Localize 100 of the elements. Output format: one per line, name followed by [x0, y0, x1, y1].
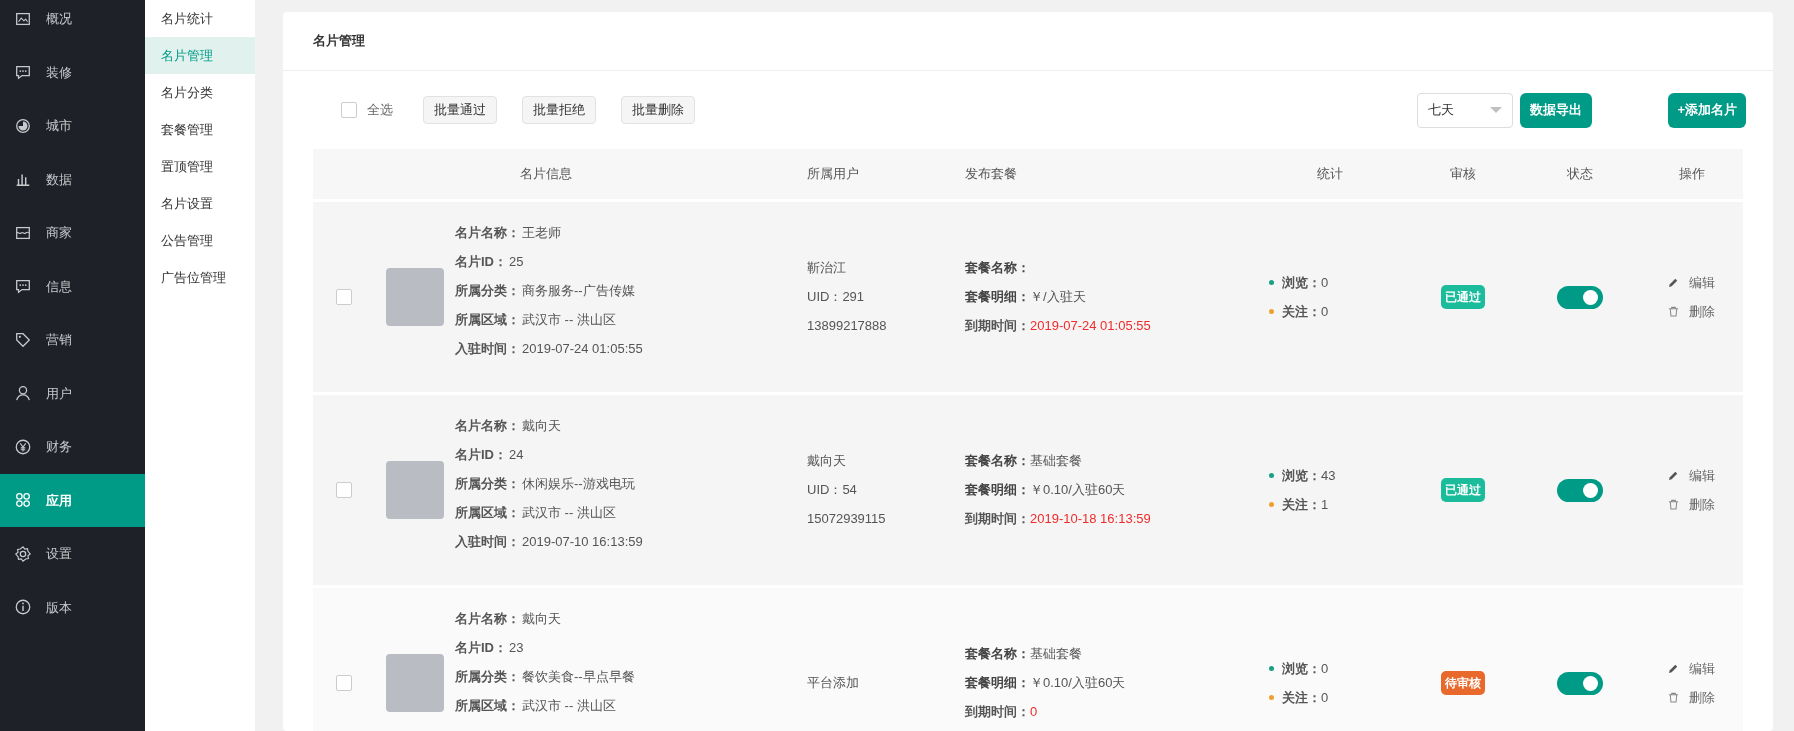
card-field: 名片名称：王老师 [455, 218, 790, 247]
sidebar-item[interactable]: 城市 [0, 99, 145, 153]
page-title: 名片管理 [313, 32, 365, 51]
sidebar-item[interactable]: 用户 [0, 366, 145, 420]
checkbox[interactable] [341, 102, 357, 118]
edit-link[interactable]: 编辑 [1668, 268, 1743, 297]
caret-icon [1490, 107, 1503, 113]
pencil-icon [1668, 470, 1679, 481]
checkbox[interactable] [336, 482, 352, 498]
card-field: 名片ID：24 [455, 440, 790, 469]
user-info-text: 13899217888 [807, 317, 888, 336]
user-info-text: UID：291 [807, 288, 866, 307]
submenu-item[interactable]: 公告管理 [145, 222, 255, 259]
edit-link[interactable]: 编辑 [1668, 654, 1743, 683]
photo-placeholder [386, 268, 444, 326]
package-field: 到期时间：2019-10-18 16:13:59 [965, 504, 1255, 534]
card-field: 入驻时间：2019-07-24 01:05:55 [455, 334, 790, 363]
package-field: 到期时间：0 [965, 697, 1255, 727]
card-field: 名片名称：戴向天 [455, 411, 790, 440]
review-status-badge: 已通过 [1440, 478, 1485, 502]
grid-icon [14, 491, 32, 510]
batch-button[interactable]: 批量拒绝 [522, 96, 596, 124]
sidebar-item[interactable]: 数据 [0, 152, 145, 206]
card-field: 所属区域：武汉市 -- 洪山区 [455, 691, 790, 720]
select-all-label: 全选 [367, 101, 393, 120]
stat-text: 浏览：0 [1282, 273, 1329, 292]
chat-icon [14, 63, 32, 82]
package-field: 套餐明细：￥/入驻天 [965, 282, 1255, 312]
photo-placeholder [386, 654, 444, 712]
user-info-text: UID：54 [807, 481, 858, 500]
checkbox[interactable] [336, 289, 352, 305]
card-field: 入驻时间：2019-07-10 16:13:59 [455, 527, 790, 556]
delete-link[interactable]: 删除 [1668, 297, 1743, 326]
stat-text: 浏览：43 [1282, 466, 1336, 485]
card-field: 名片名称：戴向天 [455, 604, 790, 633]
submenu-item[interactable]: 名片设置 [145, 185, 255, 222]
card-field: 名片ID：23 [455, 633, 790, 662]
sidebar-item[interactable]: 商家 [0, 206, 145, 260]
card-field: 所属区域：武汉市 -- 洪山区 [455, 305, 790, 334]
tag-icon [14, 330, 32, 349]
yen-icon [14, 437, 32, 456]
package-field: 套餐名称： [965, 253, 1255, 283]
sidebar-item[interactable]: 营销 [0, 313, 145, 367]
batch-button[interactable]: 批量删除 [621, 96, 695, 124]
period-select[interactable]: 七天 [1417, 92, 1514, 128]
card-field: 所属区域：武汉市 -- 洪山区 [455, 498, 790, 527]
sidebar-item[interactable]: 设置 [0, 527, 145, 581]
stat-text: 关注：0 [1282, 688, 1329, 707]
card-field: 所属分类：休闲娱乐--游戏电玩 [455, 469, 790, 498]
column-header: 统计 [1316, 165, 1344, 184]
card-field: 所属分类：餐饮美食--早点早餐 [455, 662, 790, 691]
card-field: 名片ID：25 [455, 247, 790, 276]
user-icon [14, 384, 32, 403]
stat-text: 关注：0 [1282, 302, 1329, 321]
user-info-text: 平台添加 [807, 674, 860, 693]
sidebar-item[interactable]: 概况 [0, 0, 145, 46]
package-field: 到期时间：2019-07-24 01:05:55 [965, 311, 1255, 341]
column-header: 状态 [1566, 165, 1594, 184]
delete-link[interactable]: 删除 [1668, 683, 1743, 712]
review-status-badge: 待审核 [1440, 671, 1485, 695]
user-info-text: 戴向天 [807, 452, 847, 471]
submenu-item[interactable]: 套餐管理 [145, 111, 255, 148]
column-header: 审核 [1448, 165, 1477, 184]
pencil-icon [1668, 663, 1679, 674]
sidebar-item[interactable]: 装修 [0, 45, 145, 99]
sidebar-item[interactable]: 财务 [0, 420, 145, 474]
checkbox[interactable] [336, 675, 352, 691]
batch-button[interactable]: 批量通过 [423, 96, 497, 124]
toggle-switch[interactable] [1557, 671, 1603, 695]
package-field: 套餐明细：￥0.10/入驻60天 [965, 668, 1255, 698]
pie-icon [14, 116, 32, 135]
photo-placeholder [386, 461, 444, 519]
settings-icon [14, 544, 32, 563]
package-field: 套餐名称：基础套餐 [965, 446, 1255, 476]
user-info-text: 15072939115 [807, 510, 887, 529]
trash-icon [1668, 499, 1679, 510]
package-field: 套餐名称：基础套餐 [965, 639, 1255, 669]
user-info-text: 靳治江 [807, 259, 847, 278]
submenu-item[interactable]: 置顶管理 [145, 148, 255, 185]
sidebar-item[interactable]: 版本 [0, 580, 145, 634]
trash-icon [1668, 692, 1679, 703]
card-field: 所属分类：商务服务--广告传媒 [455, 276, 790, 305]
trash-icon [1668, 306, 1679, 317]
stat-text: 关注：1 [1282, 495, 1329, 514]
delete-link[interactable]: 删除 [1668, 490, 1743, 519]
toggle-switch[interactable] [1557, 285, 1603, 309]
column-header: 所属用户 [806, 165, 860, 184]
info-icon [14, 598, 32, 617]
package-field: 套餐明细：￥0.10/入驻60天 [965, 475, 1255, 505]
submenu-item[interactable]: 广告位管理 [145, 259, 255, 296]
message-icon [14, 277, 32, 296]
column-header: 名片信息 [519, 165, 573, 184]
stat-text: 浏览：0 [1282, 659, 1329, 678]
sidebar-item[interactable]: 信息 [0, 259, 145, 313]
edit-link[interactable]: 编辑 [1668, 461, 1743, 490]
pencil-icon [1668, 277, 1679, 288]
submenu-item[interactable]: 名片统计 [145, 0, 255, 37]
column-header: 发布套餐 [964, 165, 1018, 184]
submenu-item[interactable]: 名片分类 [145, 74, 255, 111]
toggle-switch[interactable] [1557, 478, 1603, 502]
